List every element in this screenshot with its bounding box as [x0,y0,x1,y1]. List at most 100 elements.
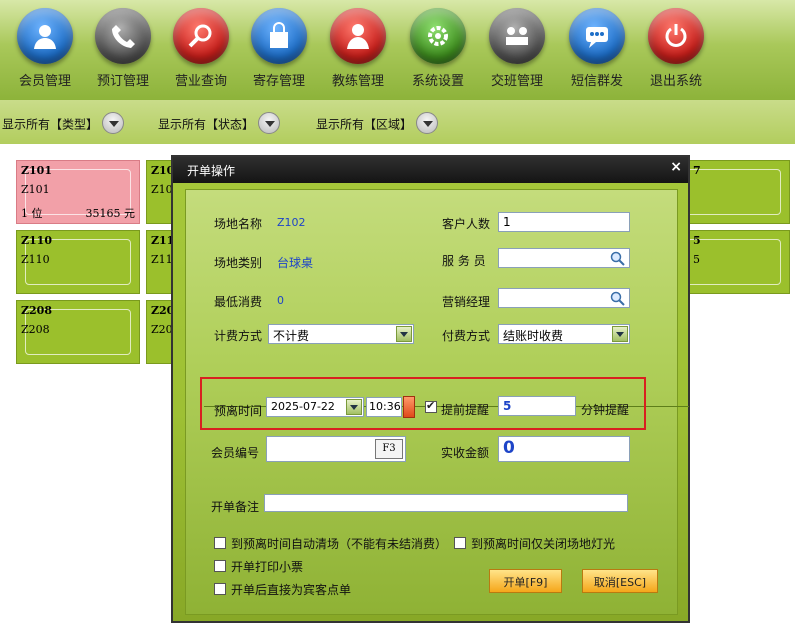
note-input[interactable] [264,494,628,512]
venue-tile[interactable]: Z110 Z110 [16,230,140,294]
shift-icon [489,8,545,64]
waiter-input[interactable] [498,248,630,268]
payment-label: 付费方式 [442,329,491,343]
remind-label: 提前提醒 [441,403,490,417]
toolbar-booking-button[interactable]: 预订管理 [86,8,160,89]
paid-input[interactable]: 0 [498,436,630,462]
toolbar-exit-label: 退出系统 [649,74,702,89]
filter-status-label: 显示所有【状态】 [158,117,255,132]
waiter-label: 服 务 员 [442,254,486,268]
toolbar-coach-button[interactable]: 教练管理 [321,8,395,89]
auto-clear-label: 到预离时间自动清场（不能有未结消费） [231,537,448,551]
toolbar-sms-button[interactable]: 短信群发 [560,8,634,89]
dialog-title: 开单操作 [173,157,688,183]
tile-code: Z208 [21,304,52,317]
tile-name: Z11 [151,253,173,266]
power-icon [648,8,704,64]
filter-type[interactable]: 显示所有【类型】 [2,112,125,136]
chevron-down-icon[interactable] [346,399,362,415]
magnifier-icon [173,8,229,64]
toolbar-storage-button[interactable]: 寄存管理 [242,8,316,89]
toolbar-settings-label: 系统设置 [411,74,464,89]
open-order-button[interactable]: 开单[F9] [489,569,562,593]
tile-name: Z208 [21,323,50,336]
toolbar-exit-button[interactable]: 退出系统 [639,8,713,89]
remind-minutes-input[interactable]: 5 [498,396,576,416]
paid-label: 实收金额 [441,446,490,460]
time-spinner[interactable] [403,396,415,418]
customer-count-input[interactable]: 1 [498,212,630,232]
customer-count-label: 客户人数 [442,217,491,231]
chevron-down-icon[interactable] [258,112,281,134]
lights-off-checkbox[interactable] [454,537,466,549]
toolbar-shift-label: 交班管理 [490,74,543,89]
member-no-label: 会员编号 [211,446,260,460]
main-toolbar: 会员管理 预订管理 营业查询 寄存管理 教练管理 系统设置 交班管理 短信群发 … [0,0,795,100]
manager-label: 营销经理 [442,295,491,309]
guest-order-checkbox[interactable] [214,583,226,595]
min-consume-label: 最低消费 [214,295,263,309]
guest-order-label: 开单后直接为宾客点单 [231,583,352,597]
bag-icon [251,8,307,64]
toolbar-storage-label: 寄存管理 [252,74,305,89]
filter-area-label: 显示所有【区域】 [316,117,413,132]
chevron-down-icon[interactable] [416,112,439,134]
print-receipt-label: 开单打印小票 [231,560,304,574]
filter-bar: 显示所有【类型】 显示所有【状态】 显示所有【区域】 [0,100,795,144]
toolbar-query-label: 营业查询 [174,74,227,89]
manager-input[interactable] [498,288,630,308]
venue-tile[interactable]: Z208 Z208 [16,300,140,364]
toolbar-query-button[interactable]: 营业查询 [164,8,238,89]
search-icon[interactable] [610,291,626,307]
tile-code: 5 [693,234,701,247]
venue-name-label: 场地名称 [214,217,263,231]
print-receipt-checkbox[interactable] [214,560,226,572]
cancel-button[interactable]: 取消[ESC] [582,569,658,593]
payment-select[interactable]: 结账时收费 [498,324,630,344]
sms-icon [569,8,625,64]
search-icon[interactable] [610,251,626,267]
chevron-down-icon[interactable] [612,326,628,342]
chevron-down-icon[interactable] [396,326,412,342]
filter-area[interactable]: 显示所有【区域】 [316,112,439,136]
tile-code: Z101 [21,164,52,177]
toolbar-shift-button[interactable]: 交班管理 [480,8,554,89]
remind-suffix: 分钟提醒 [581,403,630,417]
member-lookup-button[interactable]: F3 [375,439,403,459]
toolbar-member-button[interactable]: 会员管理 [8,8,82,89]
auto-clear-checkbox[interactable] [214,537,226,549]
leave-date-picker[interactable]: 2025-07-22 [266,397,364,417]
venue-type-label: 场地类别 [214,256,263,270]
leave-clock-input[interactable]: 10:36 [366,397,402,417]
remind-checkbox[interactable] [425,399,437,413]
toolbar-sms-label: 短信群发 [570,74,623,89]
leave-time-label: 预离时间 [214,404,263,418]
lights-off-label: 到预离时间仅关闭场地灯光 [471,537,616,551]
gear-icon [410,8,466,64]
tile-name: 5 [693,253,700,266]
payment-value: 结账时收费 [503,329,564,343]
min-consume-value: 0 [277,294,284,307]
tile-name: Z101 [21,183,50,196]
billing-value: 不计费 [273,329,310,343]
close-icon[interactable]: × [670,159,682,175]
tile-position: 1 位 [21,207,43,220]
venue-tile[interactable]: Z101 Z101 1 位 35165 元 [16,160,140,224]
tile-code: Z110 [21,234,52,247]
toolbar-coach-label: 教练管理 [331,74,384,89]
coach-icon [330,8,386,64]
note-label: 开单备注 [211,500,260,514]
venue-type-value: 台球桌 [277,256,314,270]
chevron-down-icon[interactable] [102,112,125,134]
tile-code: 7 [693,164,701,177]
venue-name-value: Z102 [277,216,306,229]
member-icon [17,8,73,64]
tile-amount: 35165 元 [85,207,136,220]
leave-date-value: 2025-07-22 [271,400,335,413]
tile-name: Z10 [151,183,173,196]
toolbar-settings-button[interactable]: 系统设置 [401,8,475,89]
filter-status[interactable]: 显示所有【状态】 [158,112,281,136]
tile-name: Z20 [151,323,173,336]
tile-name: Z110 [21,253,50,266]
billing-select[interactable]: 不计费 [268,324,414,344]
